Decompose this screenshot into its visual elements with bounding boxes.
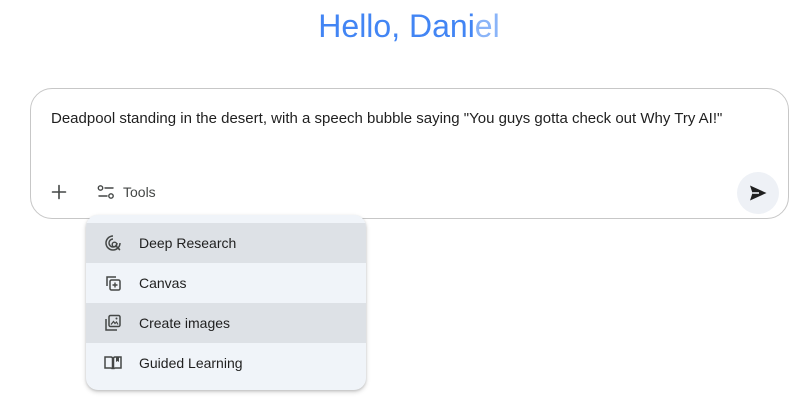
menu-item-canvas[interactable]: Canvas: [86, 263, 366, 303]
create-images-icon: [103, 313, 123, 333]
tools-label: Tools: [123, 184, 156, 200]
deep-research-icon: [103, 233, 123, 253]
menu-item-label: Guided Learning: [139, 355, 243, 371]
prompt-input-box[interactable]: Deadpool standing in the desert, with a …: [30, 88, 789, 219]
tools-icon: [97, 185, 114, 199]
greeting-faded: el: [474, 8, 500, 44]
prompt-input[interactable]: Deadpool standing in the desert, with a …: [51, 107, 751, 131]
menu-item-deep-research[interactable]: Deep Research: [86, 223, 366, 263]
greeting-main: Hello, Dani: [318, 8, 475, 44]
menu-item-create-images[interactable]: Create images: [86, 303, 366, 343]
canvas-icon: [103, 273, 123, 293]
guided-learning-icon: [103, 353, 123, 373]
menu-item-label: Create images: [139, 315, 231, 331]
send-icon: [750, 185, 767, 201]
plus-icon: [51, 184, 67, 200]
menu-item-guided-learning[interactable]: Guided Learning: [86, 343, 366, 383]
greeting-title: Hello, Daniel: [0, 8, 810, 45]
menu-item-label: Deep Research: [139, 235, 237, 251]
add-button[interactable]: [47, 180, 71, 204]
tools-menu: Deep Research Canvas Create images Guide…: [86, 215, 366, 390]
menu-item-label: Canvas: [139, 275, 187, 291]
send-button[interactable]: [737, 172, 779, 214]
tools-button[interactable]: Tools: [97, 179, 156, 205]
